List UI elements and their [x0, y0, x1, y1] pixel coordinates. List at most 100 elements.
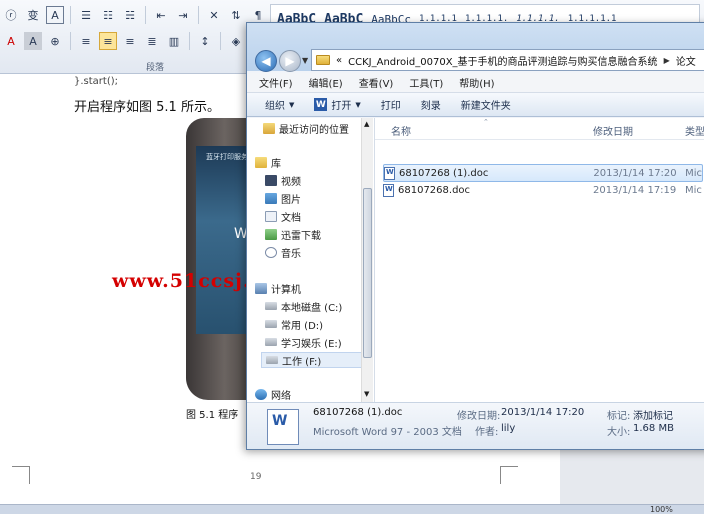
menu-bar: 文件(F) 编辑(E) 查看(V) 工具(T) 帮助(H) — [247, 73, 704, 93]
back-button[interactable]: ◀ — [255, 50, 277, 72]
music-note-icon — [265, 246, 277, 258]
nav-item-documents[interactable]: 文档 — [265, 208, 301, 224]
drive-icon — [265, 320, 277, 328]
nav-item-videos[interactable]: 视频 — [265, 172, 301, 188]
breadcrumb-chevron-icon[interactable]: ▶ — [664, 56, 670, 65]
word-doc-icon — [384, 166, 395, 180]
column-header-type[interactable]: 类型 — [685, 123, 704, 138]
doc-code-line: }.start(); — [74, 76, 119, 87]
menu-tools[interactable]: 工具(T) — [409, 75, 443, 90]
char-box-icon[interactable]: A — [46, 6, 64, 24]
print-button[interactable]: 打印 — [381, 97, 401, 112]
explorer-window: ◀ ▶ ▼ « CCKJ_Android_0070X_基于手机的商品评测追踪与购… — [246, 22, 704, 450]
menu-file[interactable]: 文件(F) — [259, 75, 293, 90]
file-name: 68107268 (1).doc — [398, 167, 489, 179]
char-shading-icon[interactable]: A — [24, 32, 42, 50]
nav-item-pictures[interactable]: 图片 — [265, 190, 301, 206]
download-icon — [265, 228, 277, 240]
forward-button[interactable]: ▶ — [279, 50, 301, 72]
column-header-name[interactable]: 名称 — [391, 123, 411, 138]
multilevel-list-icon[interactable]: ☵ — [121, 6, 139, 24]
figure-caption: 图 5.1 程序 — [186, 410, 239, 421]
details-modified-value: 2013/1/14 17:20 — [501, 407, 585, 418]
command-bar: 组织 ▼ W 打开 ▼ 打印 刻录 新建文件夹 — [247, 93, 704, 117]
organize-label: 组织 — [265, 101, 285, 112]
new-folder-label: 新建文件夹 — [460, 101, 511, 112]
phone-screenshot-figure: 蓝牙打印服务 W — [186, 118, 250, 400]
document-icon — [265, 210, 277, 222]
address-bar[interactable]: « CCKJ_Android_0070X_基于手机的商品评测追踪与购买信息融合系… — [311, 49, 704, 71]
drive-icon — [265, 338, 277, 346]
word-doc-large-icon — [267, 409, 299, 445]
breadcrumb-project-folder[interactable]: CCKJ_Android_0070X_基于手机的商品评测追踪与购买信息融合系统 — [348, 53, 657, 68]
details-size-value: 1.68 MB — [633, 423, 674, 434]
decrease-indent-icon[interactable]: ⇤ — [152, 6, 170, 24]
ribbon-font-row: ⓡ 变 A ☰ ☷ ☵ ⇤ ⇥ ✕ ⇅ ¶ — [0, 4, 269, 26]
breadcrumb-thesis-folder[interactable]: 论文 — [676, 53, 696, 68]
desktop-area — [560, 446, 704, 504]
align-right-icon[interactable]: ≡ — [121, 32, 139, 50]
line-spacing-icon[interactable]: ↕ — [196, 32, 214, 50]
file-type: Mic — [685, 184, 702, 196]
bullets-icon[interactable]: ☰ — [77, 6, 95, 24]
nav-item-drive-c[interactable]: 本地磁盘 (C:) — [265, 298, 342, 314]
distributed-icon[interactable]: ▥ — [165, 32, 183, 50]
menu-help[interactable]: 帮助(H) — [459, 75, 494, 90]
scrollbar-thumb[interactable] — [363, 188, 372, 358]
align-center-icon[interactable]: ≡ — [99, 32, 117, 50]
asian-layout-icon[interactable]: ✕ — [205, 6, 223, 24]
increase-indent-icon[interactable]: ⇥ — [174, 6, 192, 24]
network-icon — [255, 388, 267, 400]
column-header-date[interactable]: 修改日期 — [593, 123, 633, 138]
zoom-level[interactable]: 100% — [650, 505, 673, 514]
nav-item-drive-d[interactable]: 常用 (D:) — [265, 316, 323, 332]
numbering-icon[interactable]: ☷ — [99, 6, 117, 24]
nav-item-computer[interactable]: 计算机 — [255, 280, 301, 296]
nav-item-thunder[interactable]: 迅雷下载 — [265, 226, 321, 242]
phonetic-guide-icon[interactable]: ⓡ — [2, 6, 20, 24]
align-left-icon[interactable]: ≡ — [77, 32, 95, 50]
font-color-icon[interactable]: A — [2, 32, 20, 50]
shading-icon[interactable]: ◈ — [227, 32, 245, 50]
computer-icon — [255, 282, 267, 294]
open-button[interactable]: W 打开 ▼ — [314, 97, 361, 112]
char-border-icon[interactable]: 变 — [24, 6, 42, 24]
enclose-char-icon[interactable]: ⊕ — [46, 32, 64, 50]
recent-pages-dropdown[interactable]: ▼ — [302, 56, 308, 65]
burn-label: 刻录 — [420, 101, 441, 112]
chevron-down-icon: ▼ — [355, 100, 361, 109]
drive-icon — [265, 302, 277, 310]
folder-icon — [316, 55, 330, 65]
drive-icon — [266, 356, 278, 364]
nav-item-libraries[interactable]: 库 — [255, 154, 281, 170]
file-row[interactable]: 68107268.doc 2013/1/14 17:19 Mic — [383, 181, 703, 199]
file-row[interactable]: 68107268 (1).doc 2013/1/14 17:20 Mic — [383, 164, 703, 182]
address-overflow[interactable]: « — [336, 55, 342, 66]
nav-item-network[interactable]: 网络 — [255, 386, 291, 402]
nav-item-drive-e[interactable]: 学习娱乐 (E:) — [265, 334, 342, 350]
file-list[interactable]: 名称 ⌃ 修改日期 类型 68107268 (1).doc 2013/1/14 … — [375, 118, 704, 402]
details-author-label: 作者: — [475, 427, 499, 438]
scroll-up-icon[interactable]: ▲ — [364, 120, 369, 128]
menu-edit[interactable]: 编辑(E) — [309, 75, 343, 90]
nav-item-drive-f[interactable]: 工作 (F:) — [261, 352, 365, 368]
file-name: 68107268.doc — [398, 184, 471, 196]
nav-item-recent[interactable]: 最近访问的位置 — [263, 120, 349, 136]
organize-button[interactable]: 组织 ▼ — [265, 97, 294, 113]
burn-button[interactable]: 刻录 — [421, 97, 441, 112]
open-label: 打开 — [331, 101, 352, 112]
file-type: Mic — [685, 167, 702, 179]
new-folder-button[interactable]: 新建文件夹 — [461, 97, 511, 112]
menu-view[interactable]: 查看(V) — [359, 75, 394, 90]
video-icon — [265, 174, 277, 186]
sort-icon[interactable]: ⇅ — [227, 6, 245, 24]
paragraph-group-label: 段落 — [146, 63, 165, 73]
details-tags-value[interactable]: 添加标记 — [633, 407, 673, 422]
navigation-pane[interactable]: 最近访问的位置 库 视频 图片 文档 迅雷下载 音乐 计算机 本地磁盘 (C:)… — [247, 118, 375, 402]
sort-arrow-icon: ⌃ — [483, 118, 489, 126]
details-author-value[interactable]: lily — [501, 423, 515, 434]
scroll-down-icon[interactable]: ▼ — [364, 390, 369, 398]
justify-icon[interactable]: ≣ — [143, 32, 161, 50]
navigation-scrollbar[interactable]: ▲ ▼ — [361, 118, 373, 402]
nav-item-music[interactable]: 音乐 — [265, 244, 301, 260]
